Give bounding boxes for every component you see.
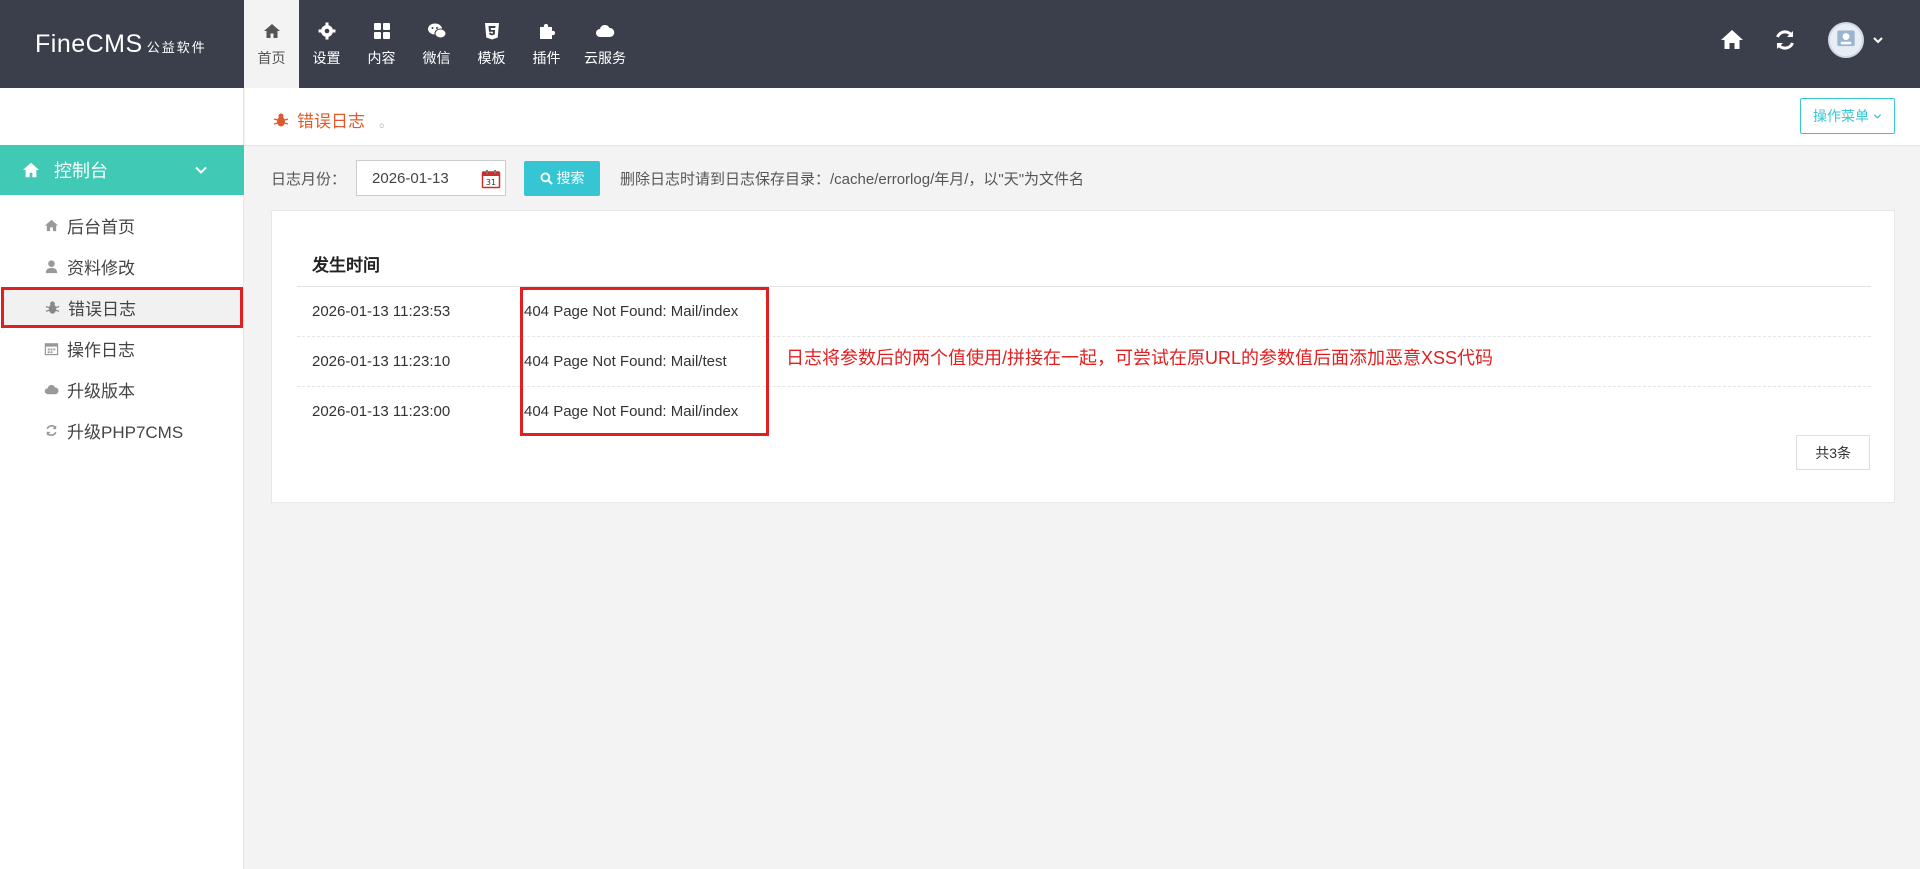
nav-home[interactable]: 首页 — [244, 0, 299, 88]
calendar-icon — [44, 343, 59, 356]
search-icon — [540, 172, 553, 185]
user-icon — [45, 260, 58, 274]
user-avatar-icon — [1837, 30, 1855, 47]
date-value: 2026-01-13 — [372, 169, 449, 187]
nav-plugins[interactable]: 插件 — [519, 0, 574, 88]
sidebar-section-console[interactable]: 控制台 — [0, 145, 244, 195]
chevron-down-icon — [1873, 113, 1882, 119]
grid-icon — [373, 22, 390, 39]
month-label: 日志月份： — [271, 170, 347, 188]
bug-icon — [45, 301, 60, 314]
puzzle-icon — [539, 23, 555, 39]
row-time: 2026-01-13 11:23:00 — [312, 403, 451, 420]
nav-content-label: 内容 — [367, 49, 396, 66]
filter-bar: 日志月份： 2026-01-13 31 搜索 删除日志时请到日志保存目录：/ca… — [271, 160, 1084, 196]
home-icon — [44, 219, 59, 232]
page-title-text: 错误日志 — [297, 112, 365, 131]
refresh-icon — [46, 424, 57, 437]
breadcrumb-dot: 。 — [379, 114, 393, 130]
column-header-time: 发生时间 — [312, 256, 380, 275]
top-nav: 首页 设置 内容 微信 模板 插件 云服务 — [244, 0, 636, 88]
gear-icon — [318, 22, 335, 39]
sidebar-item-label: 操作日志 — [67, 341, 135, 360]
nav-home-label: 首页 — [257, 49, 286, 66]
nav-template-label: 模板 — [477, 49, 506, 66]
nav-settings-label: 设置 — [312, 49, 341, 66]
operations-menu-button[interactable]: 操作菜单 — [1800, 98, 1895, 134]
sidebar-item-label: 错误日志 — [68, 300, 136, 319]
logo-sub: 公益软件 — [146, 40, 207, 55]
nav-settings[interactable]: 设置 — [299, 0, 354, 88]
operations-menu-label: 操作菜单 — [1813, 108, 1869, 124]
logo-brand: FineCMS — [35, 30, 143, 58]
logo[interactable]: FineCMS 公益软件 — [35, 30, 207, 59]
chevron-down-icon — [195, 166, 207, 174]
home-shortcut-icon[interactable] — [1719, 27, 1745, 53]
row-time: 2026-01-13 11:23:10 — [312, 353, 451, 370]
cloud-icon — [44, 385, 59, 395]
calendar-icon[interactable]: 31 — [481, 169, 501, 189]
nav-cloud[interactable]: 云服务 — [574, 0, 636, 88]
top-right-tools — [1692, 22, 1884, 58]
total-count: 共3条 — [1796, 435, 1870, 470]
sidebar-item-operation-log[interactable]: 操作日志 — [0, 328, 244, 369]
delete-hint: 删除日志时请到日志保存目录：/cache/errorlog/年月/，以"天"为文… — [620, 170, 1085, 188]
nav-plugins-label: 插件 — [532, 49, 561, 66]
sidebar-item-dashboard[interactable]: 后台首页 — [0, 205, 244, 246]
svg-text:31: 31 — [486, 178, 496, 187]
chevron-down-icon[interactable] — [1872, 34, 1884, 46]
home-icon — [263, 23, 280, 38]
sidebar-item-label: 后台首页 — [67, 218, 135, 237]
sidebar-item-error-log[interactable]: 错误日志 — [1, 287, 243, 328]
nav-content[interactable]: 内容 — [354, 0, 409, 88]
sidebar-item-upgrade-php7cms[interactable]: 升级PHP7CMS — [0, 410, 244, 451]
nav-cloud-label: 云服务 — [584, 49, 626, 66]
sidebar: 控制台 后台首页 资料修改 错误日志 操作日志 升级版本 升级PHP7CMS — [0, 88, 244, 869]
sidebar-item-label: 升级PHP7CMS — [67, 423, 184, 442]
refresh-icon[interactable] — [1772, 27, 1798, 53]
bug-icon — [273, 113, 289, 126]
top-bar: FineCMS 公益软件 首页 设置 内容 微信 模板 插件 云服务 — [0, 0, 1920, 88]
sidebar-item-upgrade[interactable]: 升级版本 — [0, 369, 244, 410]
sidebar-item-label: 资料修改 — [67, 259, 135, 278]
nav-template[interactable]: 模板 — [464, 0, 519, 88]
home-icon — [22, 162, 40, 178]
nav-wechat[interactable]: 微信 — [409, 0, 464, 88]
search-button[interactable]: 搜索 — [524, 160, 601, 196]
row-time: 2026-01-13 11:23:53 — [312, 303, 451, 320]
avatar[interactable] — [1828, 22, 1864, 58]
highlight-box — [520, 287, 769, 436]
breadcrumb: 错误日志 。 操作菜单 — [245, 88, 1920, 146]
date-input[interactable]: 2026-01-13 31 — [356, 160, 507, 196]
sidebar-item-profile[interactable]: 资料修改 — [0, 246, 244, 287]
html5-icon — [484, 22, 499, 39]
error-log-panel: 发生时间 2026-01-13 11:23:53 404 Page Not Fo… — [271, 210, 1895, 503]
nav-wechat-label: 微信 — [422, 49, 451, 66]
xss-annotation: 日志将参数后的两个值使用/拼接在一起，可尝试在原URL的参数值后面添加恶意XSS… — [786, 348, 1494, 368]
sidebar-section-label: 控制台 — [54, 161, 108, 181]
sidebar-list: 后台首页 资料修改 错误日志 操作日志 升级版本 升级PHP7CMS — [0, 205, 244, 451]
search-button-label: 搜索 — [556, 170, 585, 186]
cloud-icon — [596, 24, 615, 37]
wechat-icon — [427, 23, 446, 38]
sidebar-item-label: 升级版本 — [67, 382, 135, 401]
page-title: 错误日志 — [273, 107, 365, 132]
